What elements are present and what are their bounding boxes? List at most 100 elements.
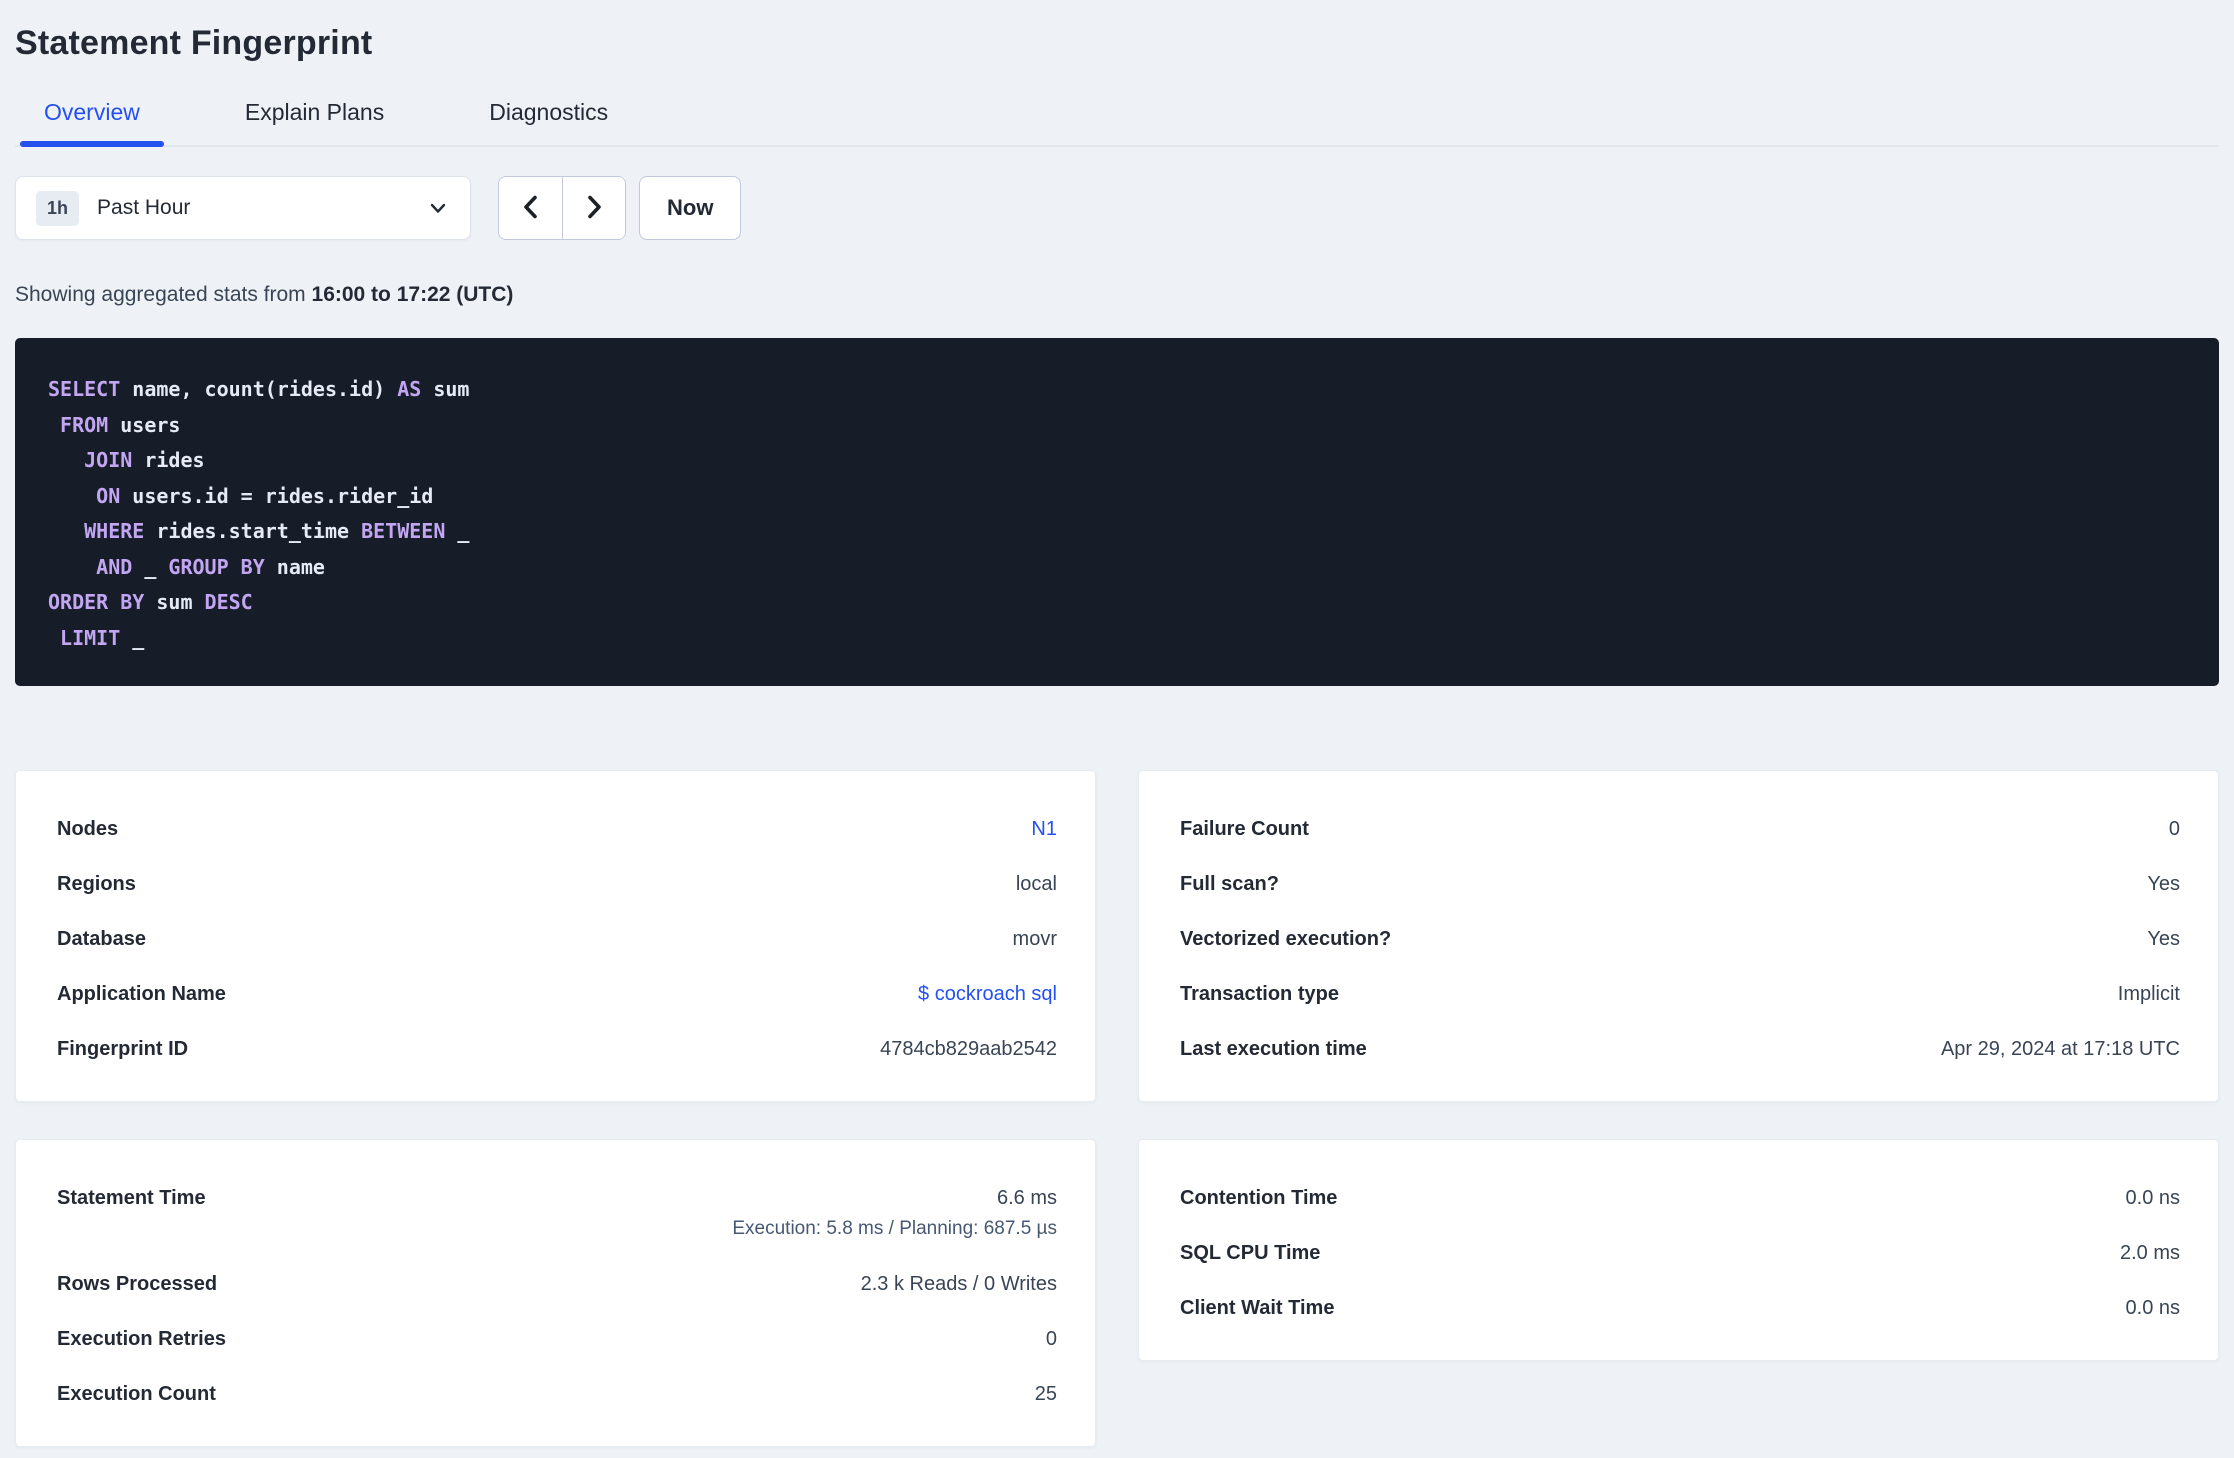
now-button[interactable]: Now [639,176,742,240]
kv-value-block: $ cockroach sql [918,980,1057,1008]
kv-label: Last execution time [1180,1038,1367,1060]
kv-value-block: 2.0 ms [2120,1239,2180,1267]
kv-value: 0.0 ns [2125,1297,2180,1319]
kv-label: Application Name [57,983,226,1005]
kv-row: Statement Time 6.6 ms Execution: 5.8 ms / … [57,1184,1057,1243]
chevron-right-icon [581,194,607,223]
stats-caption-prefix: Showing aggregated stats from [15,283,312,306]
kv-value: Apr 29, 2024 at 17:18 UTC [1940,1038,2180,1060]
time-range-dropdown[interactable]: 1h Past Hour [15,176,471,240]
kv-row: Client Wait Time 0.0 ns [1180,1294,2180,1322]
chevron-left-icon [518,194,544,223]
sql-keyword: ORDER BY [48,590,145,614]
statement-times-card: Statement Time 6.6 ms Execution: 5.8 ms / … [15,1139,1096,1447]
tab-overview[interactable]: Overview [20,99,164,147]
time-controls: 1h Past Hour Now [15,176,2219,240]
kv-label: Database [57,928,146,950]
stats-caption-range: 16:00 to 17:22 (UTC) [311,283,514,306]
tab-explain-plans[interactable]: Explain Plans [221,99,408,145]
sql-keyword: GROUP BY [168,554,265,579]
kv-row: Rows Processed 2.3 k Reads / 0 Writes [57,1270,1057,1298]
sql-keyword: LIMIT [60,625,121,650]
statement-details-card: Nodes N1 Regions local Database movr Applicati… [15,770,1096,1102]
sql-keyword: FROM [60,412,109,437]
kv-value-block: Apr 29, 2024 at 17:18 UTC [1941,1035,2180,1063]
sql-keyword: WHERE [84,519,145,543]
kv-label: Client Wait Time [1180,1297,1335,1319]
chevron-down-icon [428,198,448,218]
kv-label: Rows Processed [57,1273,218,1295]
sql-line: ORDER BY sum DESC [48,590,253,614]
sql-keyword: SELECT [48,377,121,401]
kv-row: Failure Count 0 [1180,815,2180,843]
kv-value: 2.0 ms [2119,1242,2180,1264]
sql-keyword: BETWEEN [361,519,446,543]
sql-keyword: AND [96,554,133,579]
kv-row: Execution Count 25 [57,1380,1057,1408]
sql-line: FROM users [60,412,181,437]
time-range-label: Past Hour [97,196,191,219]
kv-row: Contention Time 0.0 ns [1180,1184,2180,1212]
sql-keyword: JOIN [84,448,133,472]
previous-time-button[interactable] [499,177,562,239]
kv-value-block: Yes [2147,925,2180,953]
kv-row: Nodes N1 [57,815,1057,843]
kv-row: Full scan? Yes [1180,870,2180,898]
sql-line: JOIN rides [84,448,205,472]
tab-diagnostics[interactable]: Diagnostics [465,99,632,145]
kv-value: 0 [2168,818,2180,840]
kv-label: Fingerprint ID [57,1038,189,1060]
kv-value: local [1015,873,1057,895]
sql-line: ON users.id = rides.rider_id [96,483,434,508]
tab-bar: Overview Explain Plans Diagnostics [15,99,2219,147]
kv-label: Contention Time [1180,1187,1338,1209]
aggregated-stats-caption: Showing aggregated stats from 16:00 to 1… [15,283,2219,307]
kv-label: Vectorized execution? [1180,928,1392,950]
kv-label: SQL CPU Time [1180,1242,1321,1264]
kv-value-link[interactable]: N1 [1031,815,1057,843]
kv-row: Last execution time Apr 29, 2024 at 17:18… [1180,1035,2180,1063]
kv-value: 4784cb829aab2542 [880,1038,1057,1060]
kv-value-block: 0.0 ns [2126,1184,2180,1212]
kv-value-block: 2.3 k Reads / 0 Writes [861,1270,1057,1298]
kv-value: movr [1012,928,1057,950]
kv-value-block: movr [1013,925,1057,953]
kv-value: 2.3 k Reads / 0 Writes [860,1273,1057,1295]
kv-label: Full scan? [1180,873,1279,895]
kv-value: 0.0 ns [2125,1187,2180,1209]
next-time-button[interactable] [562,177,625,239]
kv-value: Yes [2147,873,2180,895]
kv-label: Statement Time [57,1187,206,1209]
kv-value-block: 6.6 ms Execution: 5.8 ms / Planning: 687.… [732,1184,1057,1243]
kv-value-block: local [1016,870,1057,898]
kv-value-block: Yes [2147,870,2180,898]
kv-label: Nodes [57,818,119,840]
kv-value-link[interactable]: $ cockroach sql [918,980,1057,1008]
kv-row: Execution Retries 0 [57,1325,1057,1353]
kv-value: Yes [2147,928,2180,950]
kv-row: Regions local [57,870,1057,898]
kv-value-block: 25 [1035,1380,1057,1408]
kv-row: Fingerprint ID 4784cb829aab2542 [57,1035,1057,1063]
kv-value-block: Implicit [2118,980,2180,1008]
sql-keyword: AS [397,377,422,401]
kv-value: Implicit [2117,983,2180,1005]
summary-cards: Nodes N1 Regions local Database movr Applicati… [15,770,2219,1447]
sql-line: AND _ GROUP BY name [96,554,325,579]
kv-label: Execution Count [57,1383,216,1405]
kv-row: SQL CPU Time 2.0 ms [1180,1239,2180,1267]
sql-line: SELECT name, count(rides.id) AS sum [48,377,470,401]
time-range-badge: 1h [36,190,80,226]
time-step-button-group [498,176,626,240]
execution-attributes-card: Failure Count 0 Full scan? Yes Vectorized ex… [1138,770,2219,1102]
statement-fingerprint-page: Statement Fingerprint Overview Explain Pl… [0,0,2234,1447]
sql-line: LIMIT _ [60,625,145,650]
sql-keyword: ON [96,483,121,508]
kv-row: Transaction type Implicit [1180,980,2180,1008]
kv-subvalue: Execution: 5.8 ms / Planning: 687.5 µs [732,1218,1057,1239]
sql-line: WHERE rides.start_time BETWEEN _ [84,519,470,543]
kv-value-block: 0 [2169,815,2180,843]
kv-label: Execution Retries [57,1328,226,1350]
kv-value: 25 [1034,1383,1057,1405]
kv-value-block: 0.0 ns [2126,1294,2180,1322]
